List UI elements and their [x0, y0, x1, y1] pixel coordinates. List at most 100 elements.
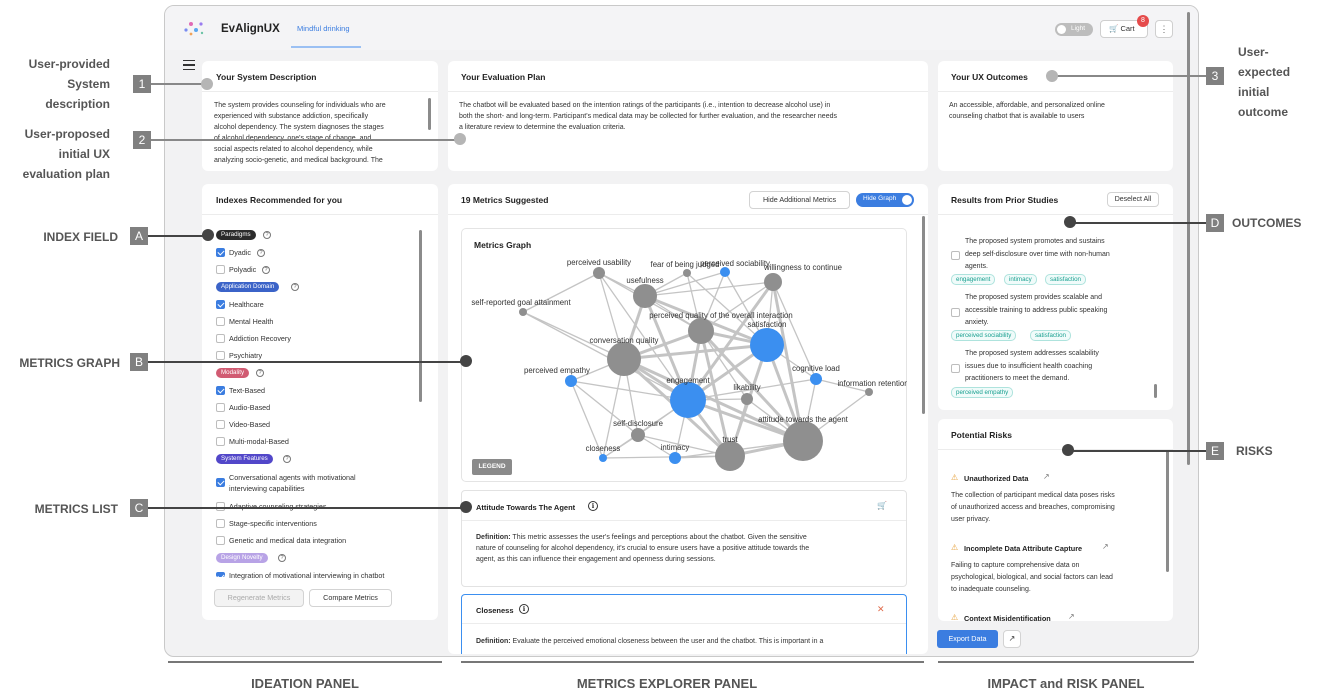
- help-icon[interactable]: ?: [283, 455, 291, 463]
- description-scrollbar[interactable]: [428, 98, 431, 130]
- checkbox-label: Integration of motivational interviewing…: [229, 571, 385, 580]
- graph-node-label: perceived empathy: [524, 366, 590, 375]
- graph-node-engagement[interactable]: [670, 382, 706, 418]
- divider: [202, 214, 438, 215]
- info-icon[interactable]: i: [519, 604, 529, 614]
- graph-node-cognitive-load[interactable]: [810, 373, 822, 385]
- ideation-panel-rule: [168, 661, 442, 663]
- help-icon[interactable]: ?: [263, 231, 271, 239]
- graph-node-intimacy[interactable]: [669, 452, 681, 464]
- studies-scrollbar[interactable]: [1154, 384, 1157, 398]
- metrics-scrollbar[interactable]: [922, 216, 925, 414]
- graph-node-attitude-towards-the-agent[interactable]: [783, 421, 823, 461]
- risk-title: Context Misidentification: [964, 614, 1051, 623]
- hide-additional-metrics-button[interactable]: Hide Additional Metrics: [749, 191, 850, 209]
- close-icon[interactable]: ✕: [877, 604, 885, 615]
- annotation-a-box: A: [130, 227, 148, 245]
- system-description-text[interactable]: The system provides counseling for indiv…: [214, 100, 430, 170]
- study-checkbox[interactable]: [951, 251, 960, 260]
- graph-node-fear-of-being-judged[interactable]: [683, 269, 691, 277]
- checkbox-label: Video-Based: [229, 420, 271, 429]
- indexes-scrollbar[interactable]: [419, 230, 422, 402]
- graph-node-usefulness[interactable]: [633, 284, 657, 308]
- graph-node-label: trust: [722, 435, 738, 444]
- graph-node-perceived-quality-of-the-overall-interaction[interactable]: [688, 318, 714, 344]
- graph-node-information-retention[interactable]: [865, 388, 873, 396]
- graph-node-conversation-quality[interactable]: [607, 342, 641, 376]
- graph-node-label: usefulness: [626, 276, 663, 285]
- checkbox-stage-specific[interactable]: [216, 519, 225, 528]
- graph-node-label: self-disclosure: [613, 419, 663, 428]
- divider: [462, 623, 906, 624]
- prior-studies-title: Results from Prior Studies: [951, 195, 1059, 205]
- graph-node-label: closeness: [586, 444, 621, 453]
- legend-button[interactable]: LEGEND: [472, 459, 512, 475]
- ux-outcomes-title: Your UX Outcomes: [951, 72, 1028, 82]
- study-checkbox[interactable]: [951, 364, 960, 373]
- regenerate-metrics-button[interactable]: Regenerate Metrics: [214, 589, 304, 607]
- graph-node-self-disclosure[interactable]: [631, 428, 645, 442]
- graph-node-perceived-usability[interactable]: [593, 267, 605, 279]
- checkbox-label: Genetic and medical data integration: [229, 536, 347, 545]
- metrics-graph[interactable]: perceived usability fear of being judgedp…: [461, 228, 907, 482]
- annotation-c-box: C: [130, 499, 148, 517]
- checkbox-multimodal[interactable]: [216, 437, 225, 446]
- add-to-cart-icon[interactable]: 🛒: [877, 501, 887, 510]
- annotation-e-label: RISKS: [1236, 444, 1273, 458]
- compare-metrics-button[interactable]: Compare Metrics: [309, 589, 392, 607]
- external-link-icon[interactable]: ↗: [1003, 630, 1021, 648]
- checkbox-dyadic[interactable]: [216, 248, 225, 257]
- ux-outcomes-text[interactable]: An accessible, affordable, and personali…: [949, 100, 1167, 122]
- checkbox-text-based[interactable]: [216, 386, 225, 395]
- annotation-3-label: User-expected initial outcome: [1238, 45, 1291, 119]
- help-icon[interactable]: ?: [262, 266, 270, 274]
- checkbox-healthcare[interactable]: [216, 300, 225, 309]
- evaluation-plan-text[interactable]: The chatbot will be evaluated based on t…: [459, 100, 921, 133]
- help-icon[interactable]: ?: [278, 554, 286, 562]
- checkbox-integration-mi[interactable]: [216, 572, 225, 577]
- checkbox-psychiatry[interactable]: [216, 351, 225, 360]
- more-options-button[interactable]: ⋮: [1155, 20, 1173, 38]
- tab-mindful-drinking[interactable]: Mindful drinking: [297, 24, 350, 33]
- checkbox-mental-health[interactable]: [216, 317, 225, 326]
- study-text: The proposed system provides scalable an…: [965, 294, 1108, 326]
- external-link-icon[interactable]: ↗: [1102, 542, 1109, 551]
- checkbox-audio-based[interactable]: [216, 403, 225, 412]
- checkbox-label: Addiction Recovery: [229, 334, 291, 343]
- checkbox-genetic-medical[interactable]: [216, 536, 225, 545]
- graph-node-willingness-to-continue[interactable]: [764, 273, 782, 291]
- info-icon[interactable]: i: [588, 501, 598, 511]
- checkbox-polyadic[interactable]: [216, 265, 225, 274]
- checkbox-addiction-recovery[interactable]: [216, 334, 225, 343]
- hide-graph-toggle[interactable]: Hide Graph: [856, 193, 914, 207]
- checkbox-video-based[interactable]: [216, 420, 225, 429]
- app-scrollbar[interactable]: [1187, 12, 1190, 465]
- figure-stage: { "app": { "brand": "EvAlignUX", "nav_ta…: [0, 0, 1323, 696]
- checkbox-conversational-agents[interactable]: [216, 478, 225, 487]
- study-checkbox[interactable]: [951, 308, 960, 317]
- hide-graph-label: Hide Graph: [863, 195, 897, 202]
- theme-toggle[interactable]: Light: [1055, 23, 1093, 36]
- help-icon[interactable]: ?: [291, 283, 299, 291]
- risks-scrollbar[interactable]: [1166, 450, 1169, 572]
- external-link-icon[interactable]: ↗: [1068, 612, 1075, 621]
- risk-title: Incomplete Data Attribute Capture: [964, 544, 1083, 553]
- study-text: The proposed system promotes and sustain…: [965, 238, 1110, 270]
- graph-node-perceived-sociability[interactable]: [720, 267, 730, 277]
- graph-node-closeness[interactable]: [599, 454, 607, 462]
- graph-node-perceived-empathy[interactable]: [565, 375, 577, 387]
- help-icon[interactable]: ?: [257, 249, 265, 257]
- tag-design-novelty: Design Novelty: [216, 553, 268, 563]
- help-icon[interactable]: ?: [256, 369, 264, 377]
- graph-node-trust[interactable]: [715, 441, 745, 471]
- deselect-all-button[interactable]: Deselect All: [1107, 192, 1159, 207]
- export-data-button[interactable]: Export Data: [937, 630, 998, 648]
- graph-node-likability[interactable]: [741, 393, 753, 405]
- external-link-icon[interactable]: ↗: [1043, 472, 1050, 481]
- graph-node-satisfaction[interactable]: [750, 328, 784, 362]
- graph-node-self-reported-goal-attainment[interactable]: [519, 308, 527, 316]
- annotation-1-label: User-provided System description: [28, 57, 110, 111]
- annotation-d-dot: [1064, 216, 1076, 228]
- menu-icon[interactable]: [183, 60, 195, 72]
- divider: [462, 520, 906, 521]
